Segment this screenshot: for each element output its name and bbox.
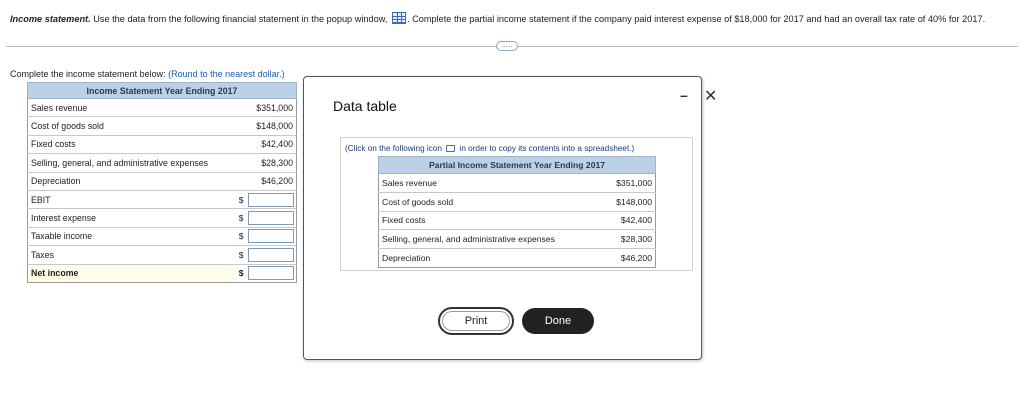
print-button[interactable]: Print (438, 307, 514, 335)
data-table-icon[interactable] (391, 12, 406, 24)
rounding-hint: (Round to the nearest dollar.) (168, 69, 285, 79)
taxes-cell (245, 245, 297, 265)
ebit-input[interactable] (247, 192, 294, 207)
table-row: Taxes $ (27, 245, 297, 265)
copy-to-spreadsheet-icon[interactable] (446, 145, 456, 152)
copy-hint-text-continued: in order to copy its contents into a spr… (459, 144, 635, 153)
table-row: Cost of goods sold $148,000 (377, 192, 656, 212)
more-button[interactable]: ..... (496, 41, 518, 51)
currency-symbol: $ (236, 264, 246, 283)
table-row: Selling, general, and administrative exp… (27, 153, 298, 173)
table-row: EBIT $ (27, 189, 297, 210)
ebit-cell (245, 189, 297, 210)
row-value: $46,200 (236, 172, 298, 191)
row-label: Depreciation (377, 248, 603, 268)
minimize-icon[interactable]: – (680, 87, 688, 103)
question-title: Income statement. (10, 14, 91, 24)
row-label: Fixed costs (27, 135, 237, 155)
table-row: Depreciation $46,200 (377, 248, 656, 268)
row-value: $46,200 (602, 248, 656, 268)
table-row: Fixed costs $42,400 (377, 211, 656, 231)
net-income-input[interactable] (247, 266, 294, 281)
row-label: Cost of goods sold (27, 116, 237, 136)
row-label: Depreciation (27, 172, 237, 191)
interest-expense-label: Interest expense (27, 208, 237, 228)
table-row: Taxable income $ (27, 226, 297, 247)
currency-symbol: $ (236, 226, 246, 247)
copy-hint-text: (Click on the following icon (345, 144, 442, 153)
ebit-label: EBIT (27, 189, 237, 210)
taxable-income-input[interactable] (247, 229, 294, 244)
instructions-text: Complete the income statement below: (10, 69, 169, 79)
data-table-modal: Data table – ✕ (Click on the following i… (303, 76, 717, 360)
net-income-label: Net income (27, 264, 237, 283)
net-income-cell (245, 264, 297, 283)
question-body-continued: . Complete the partial income statement … (406, 14, 986, 24)
row-value: $42,400 (236, 135, 298, 155)
row-value: $28,300 (602, 229, 656, 250)
table-row: Sales revenue $351,000 (27, 98, 298, 118)
modal-title: Data table (333, 98, 397, 114)
table-row: Net income $ (27, 264, 297, 283)
done-button[interactable]: Done (522, 308, 594, 334)
row-value: $148,000 (602, 192, 656, 212)
partial-income-statement-header: Partial Income Statement Year Ending 201… (378, 156, 656, 174)
table-row: Fixed costs $42,400 (27, 135, 298, 155)
partial-income-statement-table: Partial Income Statement Year Ending 201… (377, 156, 656, 268)
currency-symbol: $ (236, 208, 246, 228)
question-body: Use the data from the following financia… (90, 14, 388, 24)
data-table-panel: (Click on the following icon in order to… (340, 137, 693, 271)
table-row: Depreciation $46,200 (27, 172, 298, 191)
row-value: $42,400 (602, 211, 656, 231)
taxable-income-cell (245, 226, 297, 247)
currency-symbol: $ (236, 245, 246, 265)
taxes-label: Taxes (27, 245, 237, 265)
table-row: Sales revenue $351,000 (377, 173, 656, 193)
row-value: $148,000 (236, 116, 298, 136)
interest-expense-cell (245, 208, 297, 228)
copy-hint: (Click on the following icon in order to… (345, 144, 634, 153)
table-row: Interest expense $ (27, 208, 297, 228)
close-icon[interactable]: ✕ (704, 86, 717, 106)
currency-symbol: $ (236, 189, 246, 210)
taxes-input[interactable] (247, 247, 294, 262)
row-value: $351,000 (236, 98, 298, 118)
row-value: $351,000 (602, 173, 656, 193)
row-label: Sales revenue (377, 173, 603, 193)
interest-expense-input[interactable] (247, 211, 294, 226)
row-label: Selling, general, and administrative exp… (377, 229, 603, 250)
row-label: Cost of goods sold (377, 192, 603, 212)
table-row: Cost of goods sold $148,000 (27, 116, 298, 136)
row-label: Fixed costs (377, 211, 603, 231)
row-label: Sales revenue (27, 98, 237, 118)
instructions: Complete the income statement below: (Ro… (10, 69, 285, 79)
income-statement-header: Income Statement Year Ending 2017 (27, 82, 297, 99)
taxable-income-label: Taxable income (27, 226, 237, 247)
row-value: $28,300 (236, 153, 298, 173)
row-label: Selling, general, and administrative exp… (27, 153, 237, 173)
table-row: Selling, general, and administrative exp… (377, 229, 656, 250)
income-statement-table: Income Statement Year Ending 2017 Sales … (27, 82, 298, 283)
question-text: Income statement. Use the data from the … (10, 12, 985, 24)
